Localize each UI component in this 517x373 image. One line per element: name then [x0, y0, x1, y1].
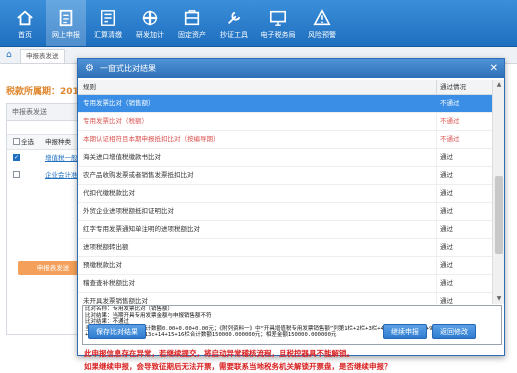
back-modify-button[interactable]: 返回修改	[432, 324, 476, 339]
toolbar-label: 风险预警	[308, 31, 336, 39]
status-cell: 不通过	[440, 117, 460, 125]
asset-icon	[184, 10, 200, 26]
comparison-result-dialog: ⚙ 一窗式比对结果 ✕ 规则 通过情况 专用发票比对（销售额） 不通过 专用发票…	[77, 58, 505, 371]
tax-period-label: 税款所属期：2018	[6, 87, 86, 97]
close-icon[interactable]: ✕	[490, 59, 498, 78]
toolbar-tools[interactable]: 抄证工具	[214, 0, 254, 46]
detail-line: 比对结果：当期开具专用发票金额与申报销售额不符	[85, 312, 212, 319]
continue-declare-button[interactable]: 继续申报	[383, 324, 427, 339]
toolbar-warning[interactable]: 风险预警	[302, 0, 342, 46]
status-cell: 通过	[440, 279, 453, 287]
dialog-title-bar: ⚙ 一窗式比对结果 ✕	[78, 59, 504, 78]
tools-icon	[227, 11, 241, 25]
status-cell: 通过	[440, 243, 453, 251]
rule-cell: 专用发票比对（销售额）	[83, 99, 155, 107]
rule-cell: 专用发票比对（税额）	[83, 117, 148, 125]
rule-cell: 未开具发票销售额比对	[83, 297, 148, 304]
toolbar-label: 电子税务局	[260, 31, 296, 39]
status-column-header: 通过情况	[440, 83, 466, 91]
tab-declare-send[interactable]: 申报表发送	[20, 49, 65, 63]
grid-row[interactable]: 进项税额转出额 通过	[78, 239, 492, 257]
rule-cell: 稽查查补税额比对	[83, 279, 135, 287]
scroll-up-icon[interactable]: ▲	[493, 80, 504, 90]
grid-row[interactable]: 专用发票比对（税额） 不通过	[78, 113, 492, 131]
warning-message: 此申报信息存在异常，若继续提交，将启动异常稽核流程，且税控器具不能解锁。 如果继…	[84, 347, 392, 373]
toolbar-label: 首页	[18, 31, 32, 39]
settlement-icon	[100, 10, 116, 26]
status-cell: 不通过	[440, 135, 460, 143]
grid-row[interactable]: 本期认证相符且本期申报抵扣比对（按编导期） 不通过	[78, 131, 492, 149]
status-cell: 通过	[440, 153, 453, 161]
toolbar-settlement[interactable]: 汇算清缴	[88, 0, 128, 46]
grid-row[interactable]: 稽查查补税额比对 通过	[78, 275, 492, 293]
scroll-down-icon[interactable]: ▼	[493, 294, 504, 304]
declare-icon	[59, 9, 73, 27]
toolbar-label: 抄证工具	[220, 31, 248, 39]
toolbar-asset[interactable]: 固定资产	[172, 0, 212, 46]
grid-row[interactable]: 专用发票比对（销售额） 不通过	[78, 95, 492, 113]
status-cell: 通过	[440, 297, 453, 304]
status-cell: 通过	[440, 225, 453, 233]
grid-row[interactable]: 农产品收购发票或者销售发票抵扣比对 通过	[78, 167, 492, 185]
rule-cell: 红字专用发票通知单注明的进项税额比对	[83, 225, 200, 233]
status-cell: 通过	[440, 171, 453, 179]
grid-row[interactable]: 预缴税款比对 通过	[78, 257, 492, 275]
grid-row[interactable]: 红字专用发票通知单注明的进项税额比对 通过	[78, 221, 492, 239]
grid-header: 规则 通过情况	[78, 80, 492, 95]
grid-row[interactable]: 代扣代缴税款比对 通过	[78, 185, 492, 203]
status-cell: 通过	[440, 207, 453, 215]
rule-cell: 进项税额转出额	[83, 243, 129, 251]
rule-cell: 农产品收购发票或者销售发票抵扣比对	[83, 171, 194, 179]
warning-icon	[313, 9, 331, 26]
toolbar-etax[interactable]: 电子税务局	[256, 0, 300, 46]
declare-type-header: 申报种类	[45, 138, 71, 146]
row-checkbox[interactable]	[13, 151, 20, 165]
rule-cell: 海关进口增值税缴款书比对	[83, 153, 161, 161]
rule-cell: 预缴税款比对	[83, 261, 122, 269]
toolbar-label: 研发加计	[136, 31, 164, 39]
status-cell: 通过	[440, 189, 453, 197]
grid-scrollbar[interactable]: ▲ ▼	[492, 80, 504, 304]
rule-cell: 代扣代缴税款比对	[83, 189, 135, 197]
home-tab-icon[interactable]: ⌂	[6, 50, 12, 60]
select-all-checkbox[interactable]	[13, 138, 20, 145]
comparison-grid: 规则 通过情况 专用发票比对（销售额） 不通过 专用发票比对（税额） 不通过 本…	[78, 80, 504, 304]
row-checkbox[interactable]	[13, 171, 20, 178]
toolbar-home[interactable]: 首页	[6, 0, 44, 46]
warning-line: 如果继续申报，会导致征期后无法开票，需要联系当地税务机关解锁开票盘，是否继续申报…	[84, 362, 392, 371]
dialog-title: 一窗式比对结果	[100, 64, 156, 73]
scroll-thumb[interactable]	[495, 176, 503, 254]
toolbar-label: 网上申报	[52, 31, 80, 39]
gear-icon: ⚙	[85, 63, 94, 74]
toolbar-rd[interactable]: 研发加计	[130, 0, 170, 46]
rd-icon	[142, 10, 158, 26]
grid-row[interactable]: 未开具发票销售额比对 通过	[78, 293, 492, 304]
top-toolbar: 首页 网上申报 汇算清缴 研发加计 固定资产 抄证工具 电子税务局 风险预警	[0, 0, 517, 47]
warning-line: 此申报信息存在异常，若继续提交，将启动异常稽核流程，且税控器具不能解锁。	[84, 349, 354, 358]
status-cell: 通过	[440, 261, 453, 269]
detail-line: 比对名称：专用发票比对（销售额）	[85, 306, 174, 312]
grid-row[interactable]: 外贸企业进项税额抵扣证明比对 通过	[78, 203, 492, 221]
rule-cell: 本期认证相符且本期申报抵扣比对（按编导期）	[83, 135, 220, 143]
status-cell: 不通过	[440, 99, 460, 107]
grid-row[interactable]: 海关进口增值税缴款书比对 通过	[78, 149, 492, 167]
toolbar-label: 汇算清缴	[94, 31, 122, 39]
save-result-button[interactable]: 保存比对结果	[88, 324, 146, 339]
toolbar-declare[interactable]: 网上申报	[46, 0, 86, 46]
rule-cell: 外贸企业进项税额抵扣证明比对	[83, 207, 174, 215]
rule-column-header: 规则	[83, 83, 96, 91]
select-all-label: 全选	[21, 138, 34, 146]
home-icon	[17, 10, 33, 26]
etax-icon	[269, 10, 287, 26]
toolbar-label: 固定资产	[178, 31, 206, 39]
